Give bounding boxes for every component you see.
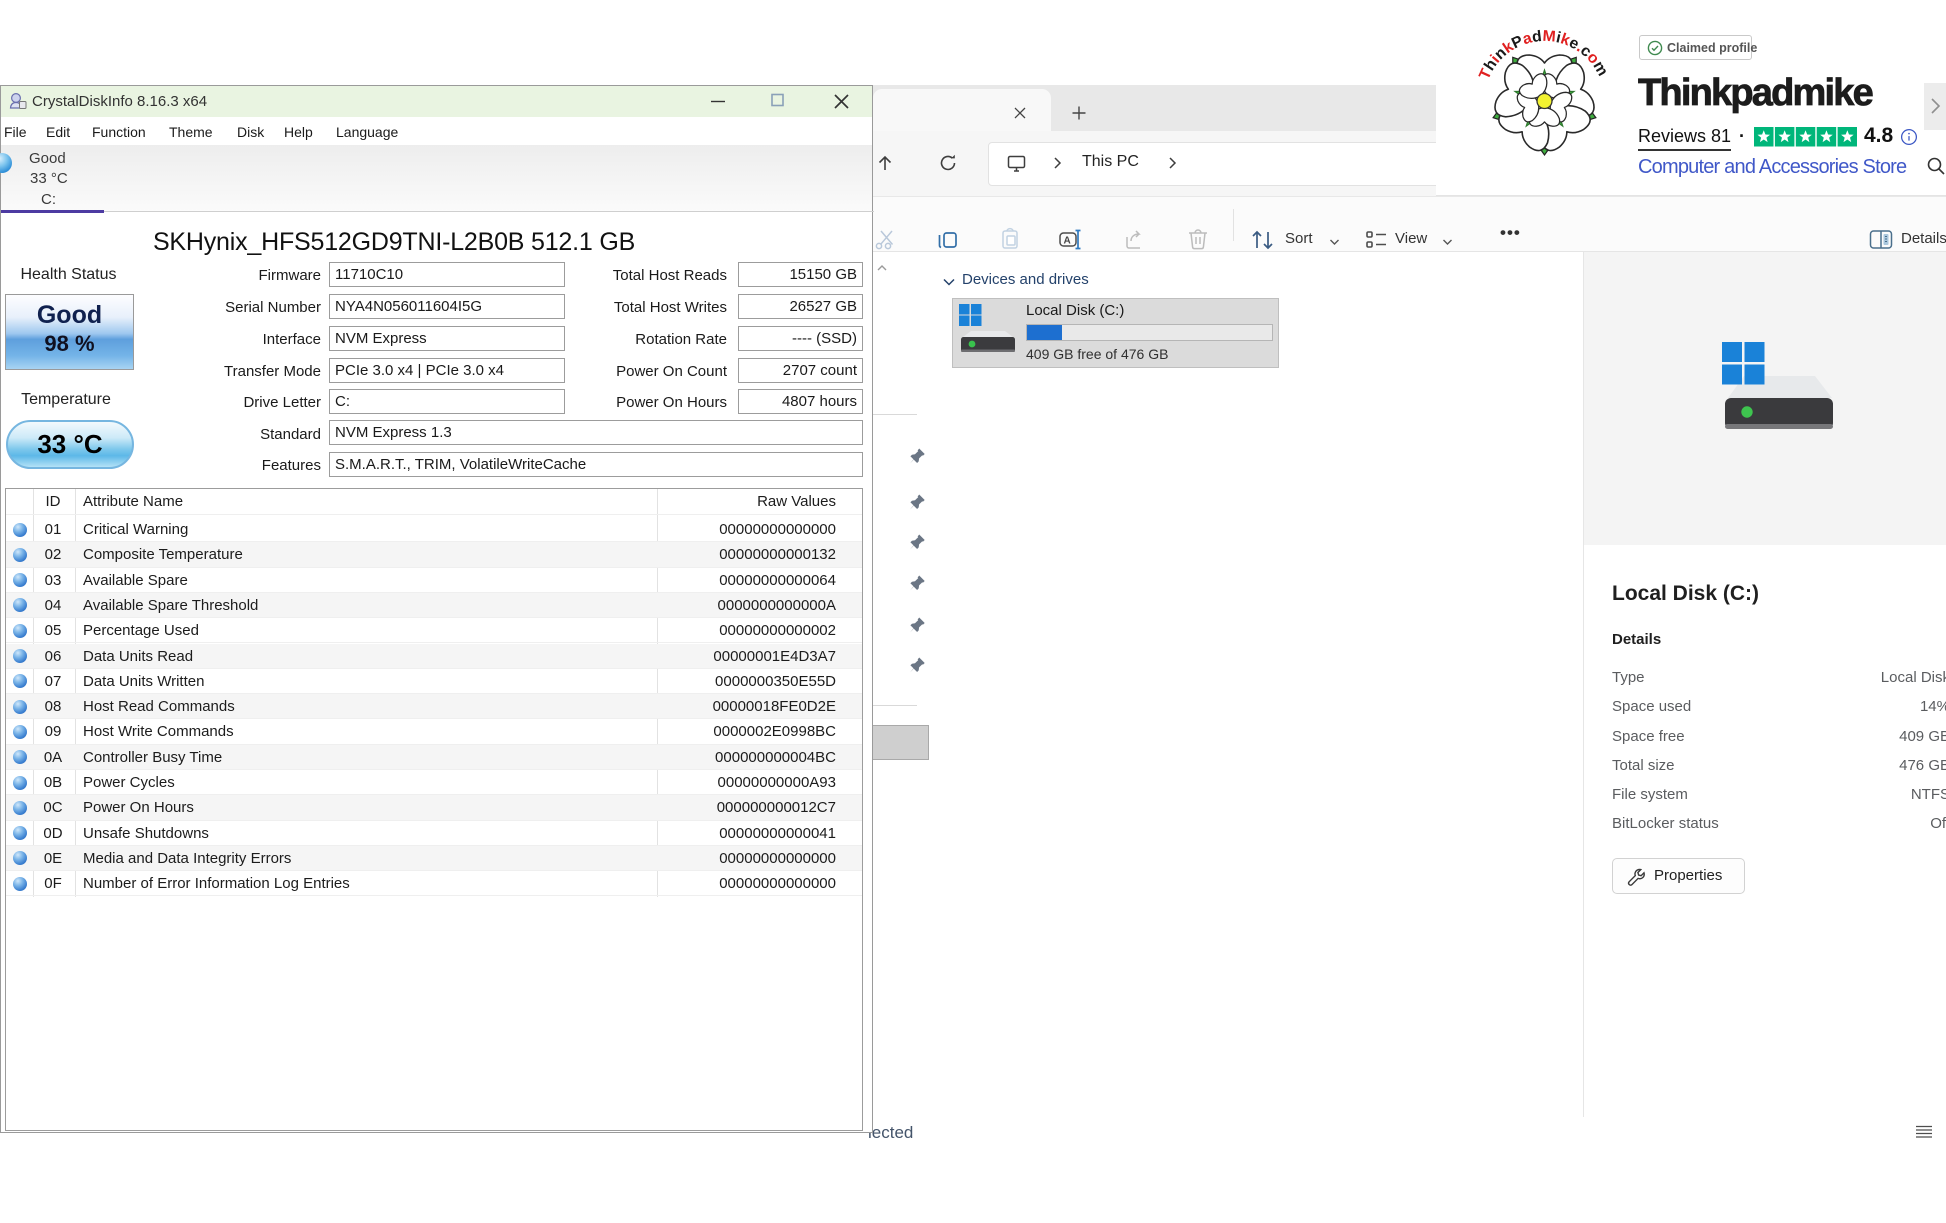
svg-text:A: A	[1064, 236, 1071, 247]
